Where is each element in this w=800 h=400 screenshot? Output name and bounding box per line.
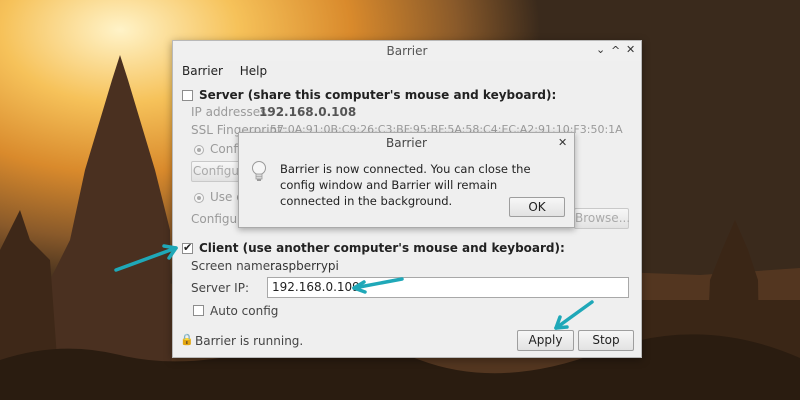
arrow-client-checkbox — [114, 246, 178, 272]
annotation-arrows — [114, 244, 594, 330]
arrow-apply — [554, 300, 594, 330]
